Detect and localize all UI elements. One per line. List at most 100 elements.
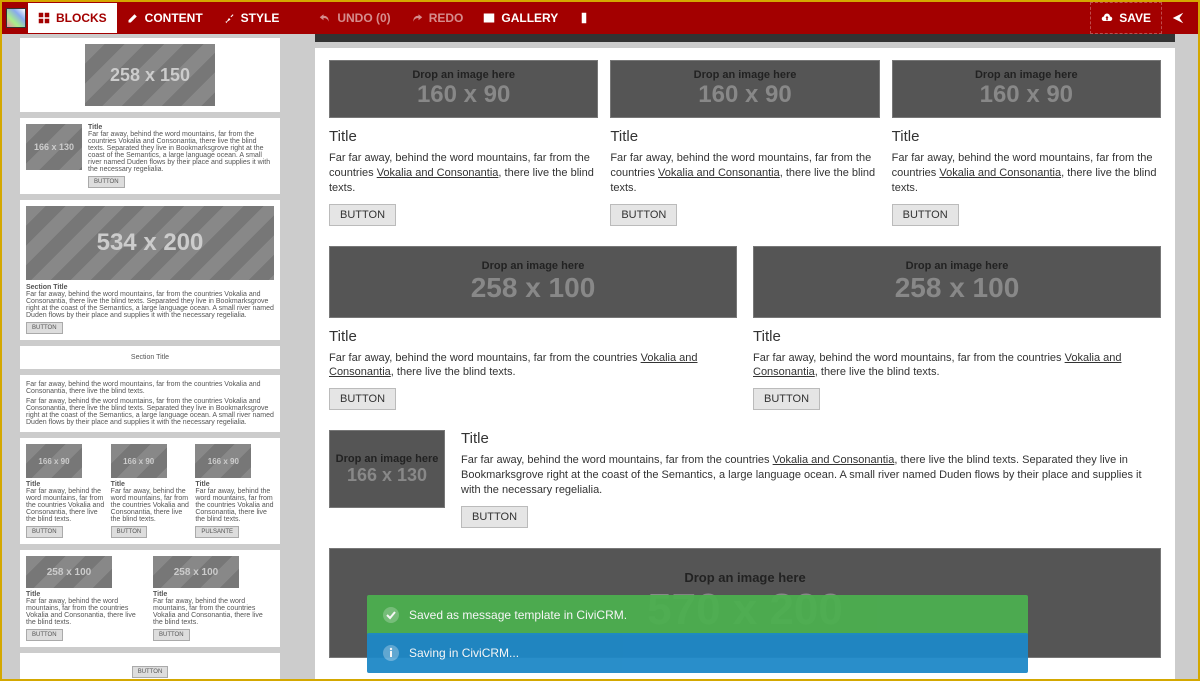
tab-content-label: CONTENT (145, 11, 203, 25)
block-text[interactable]: Far far away, behind the word mountains,… (610, 151, 879, 196)
thumb-title: Title (26, 481, 105, 488)
gallery-button[interactable]: GALLERY (473, 3, 568, 33)
toast-message: Saved as message template in CiviCRM. (409, 608, 627, 622)
block-text[interactable]: Far far away, behind the word mountains,… (461, 453, 1161, 498)
thumb-title: Title (111, 481, 190, 488)
thumb-text: Far far away, behind the word mountains,… (111, 488, 190, 523)
block-template[interactable]: Section Title (20, 346, 280, 369)
block-template[interactable]: 166 x 130 Title Far far away, behind the… (20, 118, 280, 194)
blocks-sidebar[interactable]: 258 x 150 166 x 130 Title Far far away, … (2, 34, 292, 679)
device-icon (578, 12, 590, 24)
image-dropzone[interactable]: Drop an image here160 x 90 (610, 60, 879, 118)
block-button[interactable]: BUTTON (329, 388, 396, 410)
preview-button[interactable] (568, 4, 600, 32)
block-text[interactable]: Far far away, behind the word mountains,… (329, 351, 737, 381)
block-template[interactable]: 258 x 100 Title Far far away, behind the… (20, 550, 280, 647)
block-button[interactable]: BUTTON (461, 506, 528, 528)
block-title[interactable]: Title (329, 128, 598, 145)
thumb-text: Far far away, behind the word mountains,… (153, 598, 274, 626)
three-column-block[interactable]: Drop an image here160 x 90 Title Far far… (329, 60, 1161, 226)
block-button[interactable]: BUTTON (329, 204, 396, 226)
placeholder-image: 166 x 90 (195, 444, 251, 478)
block-title[interactable]: Title (610, 128, 879, 145)
redo-icon (411, 12, 423, 24)
placeholder-image: 534 x 200 (26, 206, 274, 280)
thumb-text: Far far away, behind the word mountains,… (195, 488, 274, 523)
app-logo (6, 8, 26, 28)
redo-label: REDO (429, 11, 464, 25)
placeholder-image: 166 x 90 (26, 444, 82, 478)
tab-blocks[interactable]: BLOCKS (28, 3, 117, 33)
undo-button[interactable]: UNDO (0) (309, 3, 400, 33)
toast-info: Saving in CiviCRM... (367, 633, 1028, 673)
block-button[interactable]: BUTTON (892, 204, 959, 226)
placeholder-image: 166 x 90 (111, 444, 167, 478)
thumb-text: Far far away, behind the word mountains,… (26, 488, 105, 523)
block-template[interactable]: 534 x 200 Section Title Far far away, be… (20, 200, 280, 340)
block-title[interactable]: Title (461, 430, 1161, 447)
toast-message: Saving in CiviCRM... (409, 646, 519, 660)
image-text-block[interactable]: Drop an image here166 x 130 Title Far fa… (329, 430, 1161, 528)
block-text[interactable]: Far far away, behind the word mountains,… (892, 151, 1161, 196)
block-template[interactable]: Far far away, behind the word mountains,… (20, 375, 280, 432)
toast-success: Saved as message template in CiviCRM. (367, 595, 1028, 635)
thumb-title: Section Title (26, 284, 274, 291)
brush-icon (223, 12, 235, 24)
top-toolbar: BLOCKS CONTENT STYLE UNDO (0) REDO GALLE… (2, 2, 1198, 34)
thumb-text: Far far away, behind the word mountains,… (26, 598, 147, 626)
image-dropzone[interactable]: Drop an image here160 x 90 (329, 60, 598, 118)
tab-content[interactable]: CONTENT (117, 3, 213, 33)
thumb-title: Title (88, 124, 274, 131)
cloud-icon (1101, 12, 1113, 24)
thumb-title: Section Title (131, 354, 169, 361)
redo-button[interactable]: REDO (401, 3, 474, 33)
image-dropzone[interactable]: Drop an image here160 x 90 (892, 60, 1161, 118)
save-label: SAVE (1119, 11, 1151, 25)
tab-style-label: STYLE (241, 11, 280, 25)
email-canvas[interactable]: Drop an image here160 x 90 Title Far far… (315, 34, 1175, 679)
send-button[interactable] (1162, 2, 1194, 34)
canvas-topstrip (315, 34, 1175, 42)
undo-label: UNDO (0) (337, 11, 390, 25)
block-title[interactable]: Title (892, 128, 1161, 145)
thumb-text: Far far away, behind the word mountains,… (26, 291, 274, 319)
info-icon (383, 645, 399, 661)
thumb-title: Title (26, 591, 147, 598)
two-column-block[interactable]: Drop an image here258 x 100 Title Far fa… (329, 246, 1161, 411)
blocks-icon (38, 12, 50, 24)
block-text[interactable]: Far far away, behind the word mountains,… (329, 151, 598, 196)
thumb-button: BUTTON (132, 666, 169, 678)
thumb-text: Far far away, behind the word mountains,… (88, 131, 274, 173)
thumb-title: Title (153, 591, 274, 598)
block-template[interactable]: BUTTON (20, 653, 280, 679)
image-dropzone[interactable]: Drop an image here166 x 130 (329, 430, 445, 508)
image-dropzone[interactable]: Drop an image here258 x 100 (753, 246, 1161, 318)
thumb-button: BUTTON (111, 526, 148, 538)
block-title[interactable]: Title (753, 328, 1161, 345)
thumb-button: BUTTON (26, 526, 63, 538)
tab-style[interactable]: STYLE (213, 3, 290, 33)
placeholder-image: 258 x 100 (26, 556, 112, 588)
send-icon (1172, 12, 1184, 24)
thumb-button: BUTTON (88, 176, 125, 188)
block-text[interactable]: Far far away, behind the word mountains,… (753, 351, 1161, 381)
pencil-icon (127, 12, 139, 24)
thumb-button: PULSANTE (195, 526, 239, 538)
undo-icon (319, 12, 331, 24)
block-button[interactable]: BUTTON (753, 388, 820, 410)
image-icon (483, 12, 495, 24)
block-title[interactable]: Title (329, 328, 737, 345)
gallery-label: GALLERY (501, 11, 558, 25)
canvas-area: Drop an image here160 x 90 Title Far far… (292, 34, 1198, 679)
block-template[interactable]: 258 x 150 (20, 38, 280, 112)
image-dropzone[interactable]: Drop an image here258 x 100 (329, 246, 737, 318)
placeholder-image: 166 x 130 (26, 124, 82, 170)
placeholder-image: 258 x 100 (153, 556, 239, 588)
save-button[interactable]: SAVE (1090, 2, 1162, 34)
thumb-title: Title (195, 481, 274, 488)
thumb-text: Far far away, behind the word mountains,… (26, 398, 274, 426)
block-template[interactable]: 166 x 90 Title Far far away, behind the … (20, 438, 280, 544)
thumb-button: BUTTON (26, 629, 63, 641)
thumb-button: BUTTON (26, 322, 63, 334)
block-button[interactable]: BUTTON (610, 204, 677, 226)
